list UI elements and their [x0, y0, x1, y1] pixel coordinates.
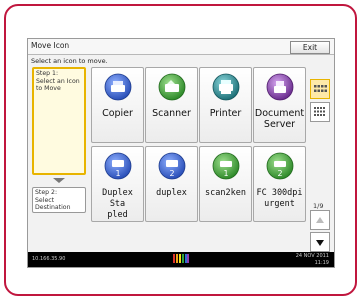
- arrow-up-icon: [316, 217, 324, 223]
- program-tile-duplex[interactable]: 2 duplex: [145, 146, 198, 222]
- scanner-program-icon: 2: [266, 152, 294, 180]
- step-1-heading: Step 1:: [36, 70, 59, 77]
- tile-label: Document Server: [254, 108, 305, 130]
- ricoh-logo-icon: [173, 254, 189, 263]
- program-tile-duplex-stapled[interactable]: 1 Duplex Sta pled: [91, 146, 144, 222]
- step-1-text: Select an Icon: [36, 77, 80, 85]
- date-text: 24 NOV 2011: [295, 253, 329, 259]
- svg-text:1: 1: [115, 169, 120, 178]
- scanner-icon: [158, 73, 186, 101]
- page-down-button[interactable]: [310, 232, 330, 252]
- grid-view-small-button[interactable]: [310, 102, 330, 122]
- window-title: Move Icon: [31, 41, 70, 50]
- instruction-text: Select an icon to move.: [31, 57, 108, 65]
- date-time: 24 NOV 2011 11:19: [296, 253, 329, 266]
- scanner-program-icon: 1: [212, 152, 240, 180]
- step-2-panel: Step 2: Select Destination: [32, 187, 86, 213]
- page-up-button[interactable]: [310, 210, 330, 230]
- grid-view-small-icon: [314, 107, 325, 116]
- document-server-icon: [266, 73, 294, 101]
- copier-program-icon: 1: [104, 152, 132, 180]
- step-arrow-down-icon: [53, 178, 65, 183]
- svg-text:2: 2: [169, 169, 174, 178]
- document-server-tile[interactable]: Document Server: [253, 67, 306, 143]
- program-tile-fc-300dpi-urgent[interactable]: 2 FC 300dpi urgent: [253, 146, 306, 222]
- time-text: 11:19: [314, 259, 329, 266]
- tile-label: Copier: [102, 108, 133, 119]
- operation-panel-screen: Move Icon Exit Select an icon to move. S…: [27, 38, 335, 268]
- svg-text:2: 2: [277, 169, 282, 178]
- tile-label: Scanner: [152, 108, 191, 119]
- step-2-heading: Step 2:: [35, 189, 58, 196]
- svg-text:1: 1: [223, 169, 228, 178]
- exit-button[interactable]: Exit: [290, 41, 330, 54]
- printer-icon: [212, 73, 240, 101]
- tile-label: Printer: [209, 108, 242, 119]
- page-indicator: 1/9: [313, 202, 324, 210]
- copier-icon: [104, 73, 132, 101]
- printer-tile[interactable]: Printer: [199, 67, 252, 143]
- program-tile-scan2ken[interactable]: 1 scan2ken: [199, 146, 252, 222]
- tile-label: FC 300dpi urgent: [256, 188, 303, 209]
- tile-label: duplex: [156, 188, 187, 198]
- scanner-tile[interactable]: Scanner: [145, 67, 198, 143]
- step-1-text: to Move: [36, 85, 61, 92]
- status-bar: 10.166.35.90 24 NOV 2011 11:19: [28, 252, 334, 267]
- title-bar: Move Icon Exit: [28, 39, 334, 55]
- tile-label: scan2ken: [205, 188, 246, 198]
- grid-view-large-button[interactable]: [310, 79, 330, 99]
- ip-address: 10.166.35.90: [32, 256, 66, 262]
- tile-label: Duplex Sta pled: [102, 188, 133, 220]
- arrow-down-icon: [316, 240, 324, 246]
- grid-view-large-icon: [314, 85, 327, 92]
- step-1-panel: Step 1: Select an Icon to Move: [32, 67, 86, 175]
- step-2-text: Select Destination: [35, 196, 71, 212]
- copier-tile[interactable]: Copier: [91, 67, 144, 143]
- copier-program-icon: 2: [158, 152, 186, 180]
